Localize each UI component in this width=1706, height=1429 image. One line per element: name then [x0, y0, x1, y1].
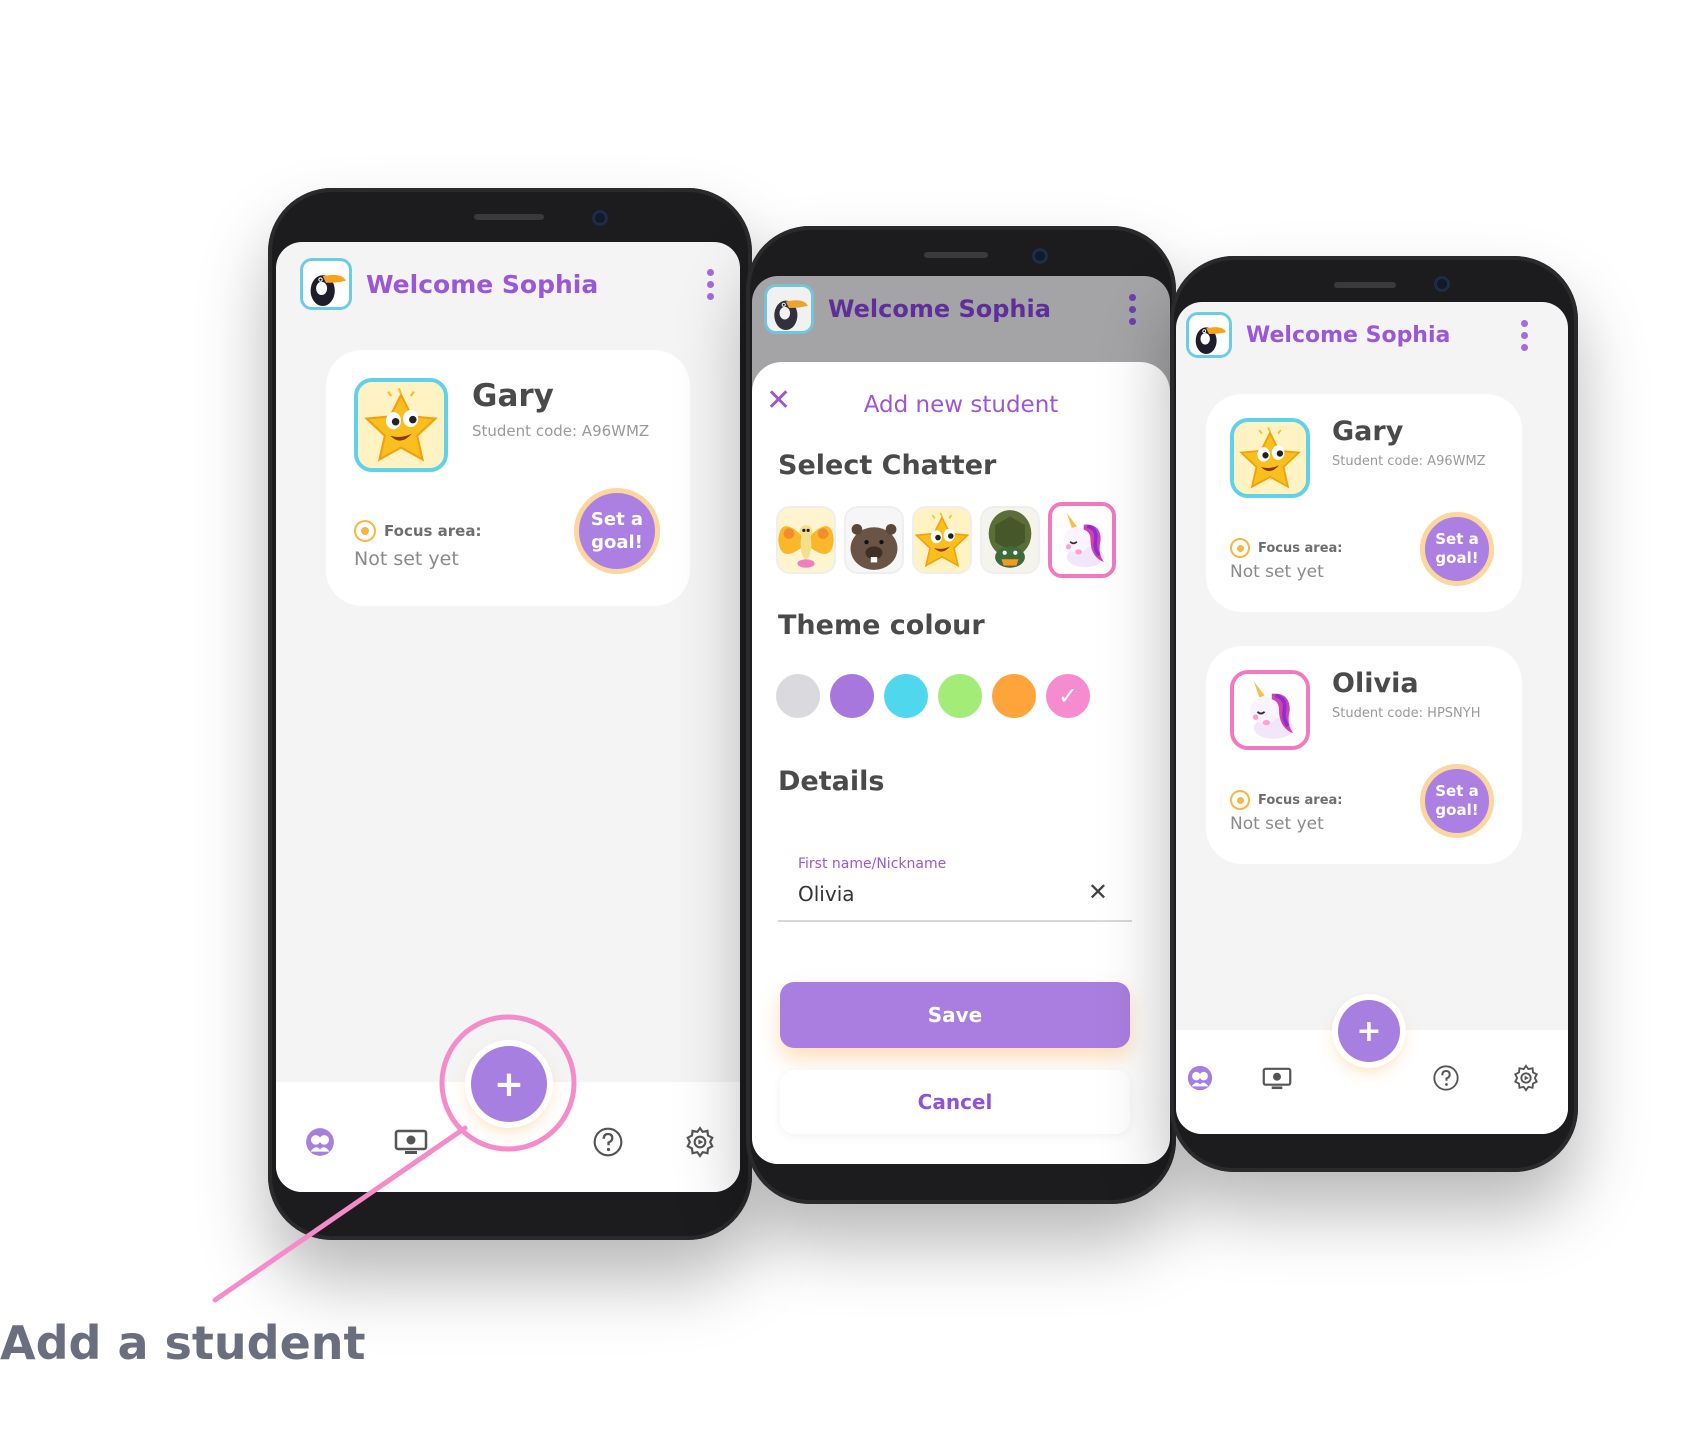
chatter-butterfly-icon[interactable]: [776, 506, 836, 574]
speaker-grille: [474, 214, 544, 220]
clear-icon[interactable]: ✕: [1088, 878, 1108, 906]
screen-home: Welcome Sophia Gary Student code: A96WMZ…: [276, 242, 740, 1192]
camera: [1434, 276, 1450, 292]
help-icon[interactable]: [1432, 1064, 1460, 1092]
speaker-grille: [924, 252, 988, 258]
chatter-star-icon[interactable]: [912, 506, 972, 574]
save-button[interactable]: Save: [780, 982, 1130, 1048]
cancel-button[interactable]: Cancel: [780, 1070, 1130, 1134]
app-header: Welcome Sophia: [1176, 302, 1568, 368]
header-title: Welcome Sophia: [1246, 322, 1451, 348]
colour-orange[interactable]: [992, 674, 1036, 718]
focus-area: Focus area:: [354, 520, 481, 542]
camera: [592, 210, 608, 226]
student-code: Student code: A96WMZ: [472, 422, 650, 440]
colour-purple[interactable]: [830, 674, 874, 718]
screen-icon[interactable]: [394, 1128, 428, 1156]
target-icon: [354, 520, 376, 542]
student-code: Student code: HPSNYH: [1332, 706, 1481, 721]
students-icon[interactable]: [304, 1126, 336, 1158]
colour-cyan[interactable]: [884, 674, 928, 718]
focus-value: Not set yet: [354, 548, 459, 570]
student-avatar-star-icon: [354, 378, 448, 472]
set-goal-button[interactable]: Set a goal!: [574, 488, 660, 574]
app-header: Welcome Sophia: [276, 242, 740, 326]
set-goal-button[interactable]: Set a goal!: [1420, 512, 1494, 586]
focus-value: Not set yet: [1230, 814, 1324, 834]
focus-label: Focus area:: [384, 522, 482, 540]
student-name: Gary: [472, 378, 554, 414]
app-logo-toucan-icon: [764, 284, 814, 334]
student-name: Olivia: [1332, 668, 1419, 699]
more-menu-icon[interactable]: [707, 268, 714, 300]
theme-colour-heading: Theme colour: [778, 610, 985, 641]
target-icon: [1230, 538, 1250, 558]
chatter-turtle-icon[interactable]: [980, 506, 1040, 574]
student-name: Gary: [1332, 416, 1404, 447]
student-card-olivia[interactable]: Olivia Student code: HPSNYH Focus area: …: [1206, 646, 1522, 864]
camera: [1032, 248, 1048, 264]
colour-pink-selected[interactable]: ✓: [1046, 674, 1090, 718]
focus-area: Focus area:: [1230, 538, 1342, 558]
phone-home: Welcome Sophia Gary Student code: A96WMZ…: [268, 188, 752, 1240]
header-title: Welcome Sophia: [366, 269, 599, 299]
app-logo-toucan-icon: [300, 258, 352, 310]
student-avatar-unicorn-icon: [1230, 670, 1310, 750]
student-card-gary[interactable]: Gary Student code: A96WMZ Focus area: No…: [326, 350, 690, 606]
set-goal-button[interactable]: Set a goal!: [1420, 764, 1494, 838]
select-chatter-heading: Select Chatter: [778, 450, 997, 481]
student-card-gary[interactable]: Gary Student code: A96WMZ Focus area: No…: [1206, 394, 1522, 612]
phone-student-list: Welcome Sophia Gary Student code: A96WMZ…: [1170, 256, 1578, 1172]
students-icon[interactable]: [1186, 1064, 1214, 1092]
screen-student-list: Welcome Sophia Gary Student code: A96WMZ…: [1176, 302, 1568, 1134]
sheet-title: Add new student: [863, 392, 1059, 418]
app-header-dimmed: Welcome Sophia: [752, 276, 1170, 342]
field-value[interactable]: Olivia: [798, 882, 855, 906]
target-icon: [1230, 790, 1250, 810]
add-student-button[interactable]: +: [1338, 1000, 1400, 1062]
caption-add-a-student: Add a student: [0, 1316, 366, 1370]
help-icon[interactable]: [592, 1126, 624, 1158]
chatter-unicorn-icon[interactable]: [1048, 502, 1116, 578]
header-title: Welcome Sophia: [828, 295, 1051, 323]
student-avatar-star-icon: [1230, 418, 1310, 498]
chatter-wombat-icon[interactable]: [844, 506, 904, 574]
colour-green[interactable]: [938, 674, 982, 718]
colour-grey[interactable]: [776, 674, 820, 718]
details-heading: Details: [778, 766, 885, 797]
field-label: First name/Nickname: [798, 856, 947, 872]
focus-label: Focus area:: [1258, 792, 1343, 808]
add-student-sheet: ✕ Add new student Select Chatter Theme c…: [752, 362, 1170, 1164]
screen-add-student: Welcome Sophia ✕ Add new student Select …: [752, 276, 1170, 1164]
screen-icon[interactable]: [1262, 1066, 1292, 1091]
check-icon: ✓: [1057, 682, 1079, 710]
phone-add-student: Welcome Sophia ✕ Add new student Select …: [746, 226, 1176, 1204]
speaker-grille: [1334, 282, 1396, 288]
more-menu-icon[interactable]: [1521, 319, 1528, 351]
focus-value: Not set yet: [1230, 562, 1324, 582]
add-student-button[interactable]: +: [471, 1046, 547, 1122]
focus-label: Focus area:: [1258, 540, 1343, 556]
more-menu-icon[interactable]: [1129, 293, 1136, 325]
settings-icon[interactable]: [684, 1126, 716, 1158]
settings-icon[interactable]: [1512, 1064, 1540, 1092]
student-code: Student code: A96WMZ: [1332, 454, 1486, 469]
first-name-field[interactable]: First name/Nickname Olivia ✕: [778, 856, 1132, 922]
app-logo-toucan-icon: [1186, 312, 1232, 358]
focus-area: Focus area:: [1230, 790, 1342, 810]
